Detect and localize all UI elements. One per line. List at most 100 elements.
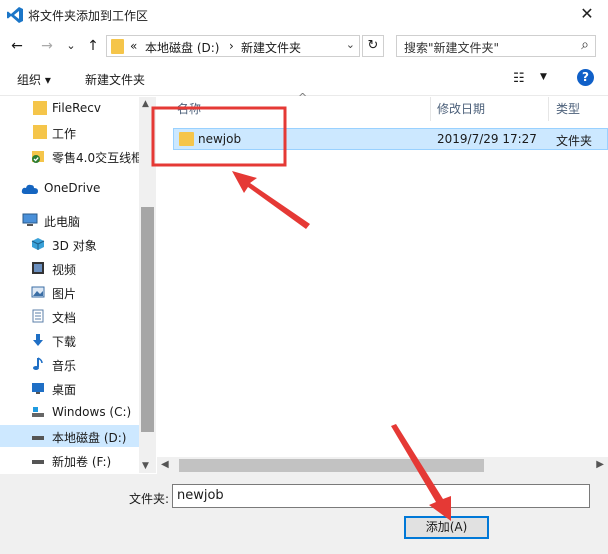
up-button[interactable]: ↑ — [84, 36, 102, 56]
tree-item-label: 图片 — [52, 287, 77, 301]
table-row[interactable]: newjob 2019/7/29 17:27 文件夹 — [173, 128, 608, 150]
tree-item-label: 桌面 — [52, 383, 77, 397]
music-icon — [33, 357, 43, 370]
help-icon[interactable]: ? — [577, 69, 594, 86]
column-header-type[interactable]: 类型 — [556, 97, 580, 121]
breadcrumb-overflow[interactable]: « — [130, 39, 137, 53]
vscode-icon — [7, 7, 23, 23]
breadcrumb-separator[interactable]: › — [229, 39, 234, 53]
add-button[interactable]: 添加(A) — [404, 516, 489, 539]
document-icon — [32, 309, 44, 323]
navigation-pane-scrollbar[interactable]: ▲ ▼ — [139, 97, 156, 473]
scrollbar-thumb[interactable] — [141, 207, 154, 432]
search-input[interactable]: 搜索"新建文件夹" ⌕ — [396, 35, 596, 57]
video-icon — [32, 262, 44, 274]
refresh-icon: ↻ — [367, 38, 379, 53]
tree-item-label: 本地磁盘 (D:) — [52, 431, 127, 445]
back-arrow-icon: ← — [11, 38, 23, 54]
row-name: newjob — [198, 132, 242, 146]
scrollbar-thumb[interactable] — [179, 459, 484, 472]
drive-f-icon — [32, 460, 44, 464]
desktop-icon — [32, 383, 44, 394]
scroll-up-icon[interactable]: ▲ — [142, 99, 149, 109]
tree-item-3d-objects[interactable]: 3D 对象 — [0, 233, 139, 255]
address-dropdown-icon[interactable]: ⌄ — [346, 38, 355, 51]
forward-button[interactable]: → — [38, 36, 56, 56]
breadcrumb-drive-d[interactable]: 本地磁盘 (D:) — [145, 39, 219, 56]
tree-item-label: Windows (C:) — [52, 405, 132, 419]
computer-icon — [22, 213, 38, 226]
back-button[interactable]: ← — [8, 36, 26, 56]
sort-ascending-icon: ^ — [298, 91, 308, 104]
tree-item-this-pc[interactable]: 此电脑 — [0, 209, 139, 231]
search-placeholder: 搜索"新建文件夹" — [404, 41, 500, 55]
new-folder-button[interactable]: 新建文件夹 — [85, 71, 145, 88]
scroll-down-icon[interactable]: ▼ — [142, 461, 149, 471]
tree-item-label: FileRecv — [52, 101, 101, 115]
tree-item-label: 零售4.0交互线框 — [52, 151, 139, 165]
picture-icon — [31, 286, 45, 298]
cloud-icon — [21, 184, 38, 194]
tree-item-retail[interactable]: 零售4.0交互线框 — [0, 145, 139, 167]
column-header-modified[interactable]: 修改日期 — [437, 97, 485, 121]
title-bar: 将文件夹添加到工作区 ✕ — [0, 0, 608, 30]
column-separator[interactable] — [548, 97, 549, 121]
dialog-footer: 文件夹: newjob 添加(A) — [0, 474, 608, 554]
view-options-icon[interactable]: ☷ — [513, 71, 525, 86]
refresh-button[interactable]: ↻ — [362, 35, 384, 57]
navigation-pane: FileRecv 工作 零售4.0交互线框 OneDrive 此电脑 3D 对象… — [0, 97, 139, 473]
download-icon — [33, 334, 43, 346]
tree-item-videos[interactable]: 视频 — [0, 257, 139, 279]
tree-item-label: 下载 — [52, 335, 77, 349]
scroll-right-icon[interactable]: ▶ — [596, 459, 604, 470]
scroll-left-icon[interactable]: ◀ — [161, 459, 169, 470]
folder-icon — [33, 125, 47, 139]
folder-sync-icon — [32, 151, 44, 163]
folder-icon — [179, 132, 194, 146]
tree-item-desktop[interactable]: 桌面 — [0, 377, 139, 399]
tree-item-label: 新加卷 (F:) — [52, 455, 112, 469]
tree-item-onedrive[interactable]: OneDrive — [0, 177, 139, 199]
close-button[interactable]: ✕ — [566, 0, 608, 30]
tree-item-drive-d[interactable]: 本地磁盘 (D:) — [0, 425, 139, 447]
tree-item-work[interactable]: 工作 — [0, 121, 139, 143]
address-bar[interactable]: « 本地磁盘 (D:) › 新建文件夹 ⌄ — [106, 35, 360, 57]
tree-item-downloads[interactable]: 下载 — [0, 329, 139, 351]
file-list-pane: ^ 名称 修改日期 类型 newjob 2019/7/29 17:27 文件夹 — [157, 91, 608, 473]
chevron-down-icon: ⌄ — [66, 39, 76, 52]
navigation-bar: ← → ⌄ ↑ « 本地磁盘 (D:) › 新建文件夹 ⌄ ↻ 搜索"新建文件夹… — [0, 30, 608, 62]
organize-menu-button[interactable]: 组织 ▾ — [17, 71, 51, 88]
window-title: 将文件夹添加到工作区 — [28, 9, 149, 23]
tree-item-pictures[interactable]: 图片 — [0, 281, 139, 303]
column-separator[interactable] — [430, 97, 431, 121]
drive-d-icon — [32, 436, 44, 440]
folder-name-field[interactable]: newjob — [172, 484, 590, 508]
forward-arrow-icon: → — [41, 38, 53, 54]
row-modified: 2019/7/29 17:27 — [437, 132, 537, 146]
recent-locations-button[interactable]: ⌄ — [62, 36, 80, 56]
tree-item-label: 3D 对象 — [52, 239, 97, 253]
cube-icon — [31, 238, 45, 250]
tree-item-drive-f[interactable]: 新加卷 (F:) — [0, 449, 139, 471]
column-header-name[interactable]: 名称 — [177, 97, 201, 121]
row-type: 文件夹 — [556, 134, 593, 148]
close-icon: ✕ — [580, 4, 594, 23]
view-dropdown-icon[interactable]: ▼ — [540, 72, 547, 82]
tree-item-documents[interactable]: 文档 — [0, 305, 139, 327]
tree-item-label: OneDrive — [44, 181, 101, 195]
breadcrumb-new-folder[interactable]: 新建文件夹 — [241, 39, 301, 56]
folder-icon — [33, 101, 47, 115]
up-arrow-icon: ↑ — [87, 38, 99, 54]
tree-item-label: 音乐 — [52, 359, 77, 373]
tree-item-label: 工作 — [52, 127, 77, 141]
tree-item-label: 视频 — [52, 263, 77, 277]
folder-field-label: 文件夹: — [129, 492, 170, 506]
tree-item-filerecv[interactable]: FileRecv — [0, 97, 139, 119]
tree-item-drive-c[interactable]: Windows (C:) — [0, 401, 139, 423]
search-icon[interactable]: ⌕ — [581, 37, 589, 53]
folder-icon — [111, 39, 124, 54]
tree-item-music[interactable]: 音乐 — [0, 353, 139, 375]
tree-item-label: 文档 — [52, 311, 77, 325]
file-list-horizontal-scrollbar[interactable]: ◀ ▶ — [157, 457, 608, 474]
tree-item-label: 此电脑 — [44, 215, 81, 229]
